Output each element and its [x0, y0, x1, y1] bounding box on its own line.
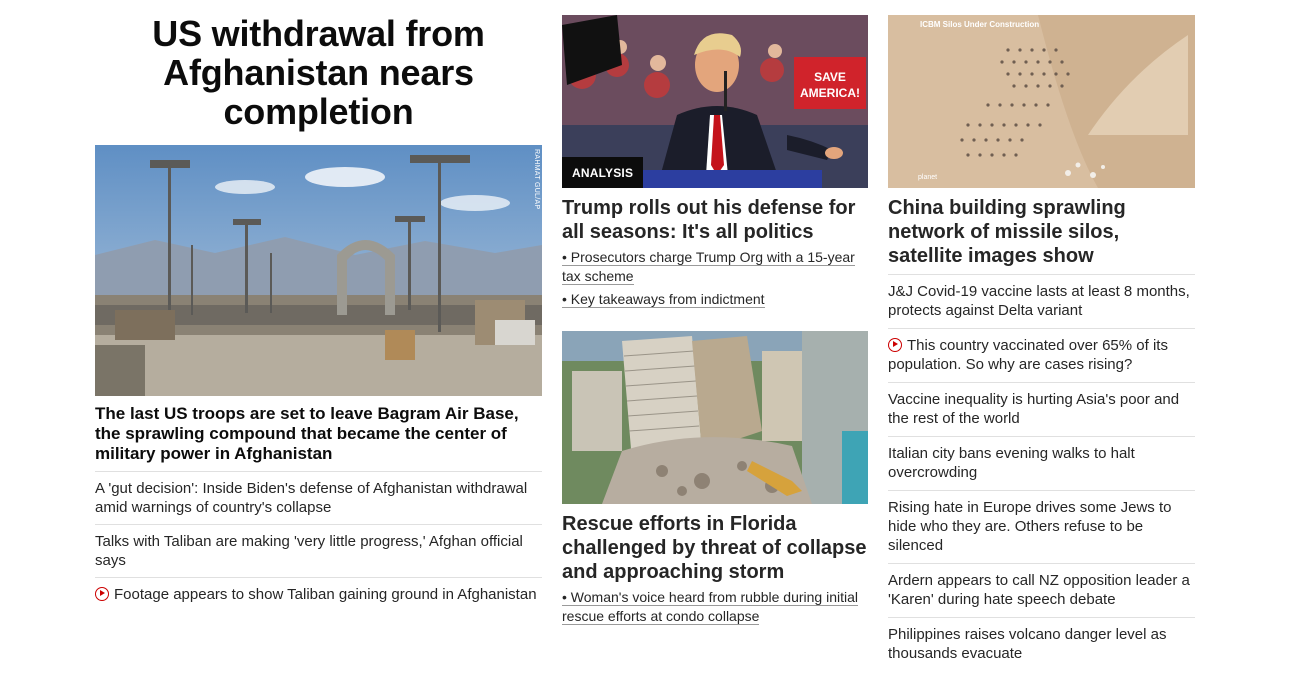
lead-link-3[interactable]: Footage appears to show Taliban gaining … [95, 578, 542, 611]
china-link-5[interactable]: Rising hate in Europe drives some Jews t… [888, 491, 1195, 564]
trump-bullet-2-text: • Key takeaways from indictment [562, 291, 765, 308]
photo-credit: RAHMAT GUL/AP [533, 149, 540, 210]
florida-bullet-1-text: • Woman's voice heard from rubble during… [562, 589, 859, 625]
china-link-5-text: Rising hate in Europe drives some Jews t… [888, 499, 1172, 554]
china-link-7[interactable]: Philippines raises volcano danger level … [888, 618, 1195, 671]
china-link-1[interactable]: J&J Covid-19 vaccine lasts at least 8 mo… [888, 275, 1195, 329]
lead-headline-link[interactable]: The last US troops are set to leave Bagr… [95, 404, 542, 472]
china-link-7-text: Philippines raises volcano danger level … [888, 626, 1167, 662]
analysis-badge: ANALYSIS [562, 157, 644, 188]
florida-headline-link[interactable]: Rescue efforts in Florida challenged by … [562, 512, 868, 584]
svg-text:AMERICA!: AMERICA! [800, 86, 860, 100]
lead-story-column: US withdrawal from Afghanistan nears com… [95, 0, 542, 611]
trump-bullet-1[interactable]: • Prosecutors charge Trump Org with a 15… [562, 248, 868, 286]
condo-collapse-image [562, 331, 868, 504]
china-link-6-text: Ardern appears to call NZ opposition lea… [888, 572, 1190, 608]
trump-photo[interactable]: SAVE AMERICA! ANALYSIS [562, 15, 868, 188]
planet-logo: planet [918, 174, 937, 181]
missile-silos-satellite-image: ICBM Silos Under Construction planet [888, 15, 1195, 188]
china-link-2-text: This country vaccinated over 65% of its … [888, 337, 1168, 373]
video-play-icon [888, 338, 902, 352]
china-link-6[interactable]: Ardern appears to call NZ opposition lea… [888, 564, 1195, 618]
right-column: ICBM Silos Under Construction planet Chi… [888, 0, 1195, 671]
trump-bullet-2[interactable]: • Key takeaways from indictment [562, 290, 868, 309]
china-link-1-text: J&J Covid-19 vaccine lasts at least 8 mo… [888, 283, 1190, 319]
middle-column: SAVE AMERICA! ANALYSIS Trump rolls out h… [562, 0, 868, 626]
china-link-4-text: Italian city bans evening walks to halt … [888, 445, 1135, 481]
trump-headline-link[interactable]: Trump rolls out his defense for all seas… [562, 196, 868, 244]
china-headline-link[interactable]: China building sprawling network of miss… [888, 196, 1195, 275]
lead-link-2-text: Talks with Taliban are making 'very litt… [95, 533, 523, 569]
bagram-photo[interactable]: RAHMAT GUL/AP [95, 145, 542, 396]
trump-bullet-1-text: • Prosecutors charge Trump Org with a 15… [562, 249, 855, 285]
bagram-airbase-image [95, 145, 542, 396]
lead-link-2[interactable]: Talks with Taliban are making 'very litt… [95, 525, 542, 578]
china-satellite-photo[interactable]: ICBM Silos Under Construction planet [888, 15, 1195, 188]
lead-link-1-text: A 'gut decision': Inside Biden's defense… [95, 480, 528, 516]
china-link-4[interactable]: Italian city bans evening walks to halt … [888, 437, 1195, 491]
china-link-2[interactable]: This country vaccinated over 65% of its … [888, 329, 1195, 383]
lead-link-1[interactable]: A 'gut decision': Inside Biden's defense… [95, 472, 542, 525]
florida-bullet-1[interactable]: • Woman's voice heard from rubble during… [562, 588, 868, 626]
satellite-caption: ICBM Silos Under Construction [920, 20, 1039, 29]
banner-headline[interactable]: US withdrawal from Afghanistan nears com… [95, 14, 542, 131]
china-link-3-text: Vaccine inequality is hurting Asia's poo… [888, 391, 1180, 427]
china-link-3[interactable]: Vaccine inequality is hurting Asia's poo… [888, 383, 1195, 437]
video-play-icon [95, 587, 109, 601]
florida-photo[interactable] [562, 331, 868, 504]
lead-link-3-text: Footage appears to show Taliban gaining … [114, 586, 537, 603]
svg-text:SAVE: SAVE [814, 70, 846, 84]
